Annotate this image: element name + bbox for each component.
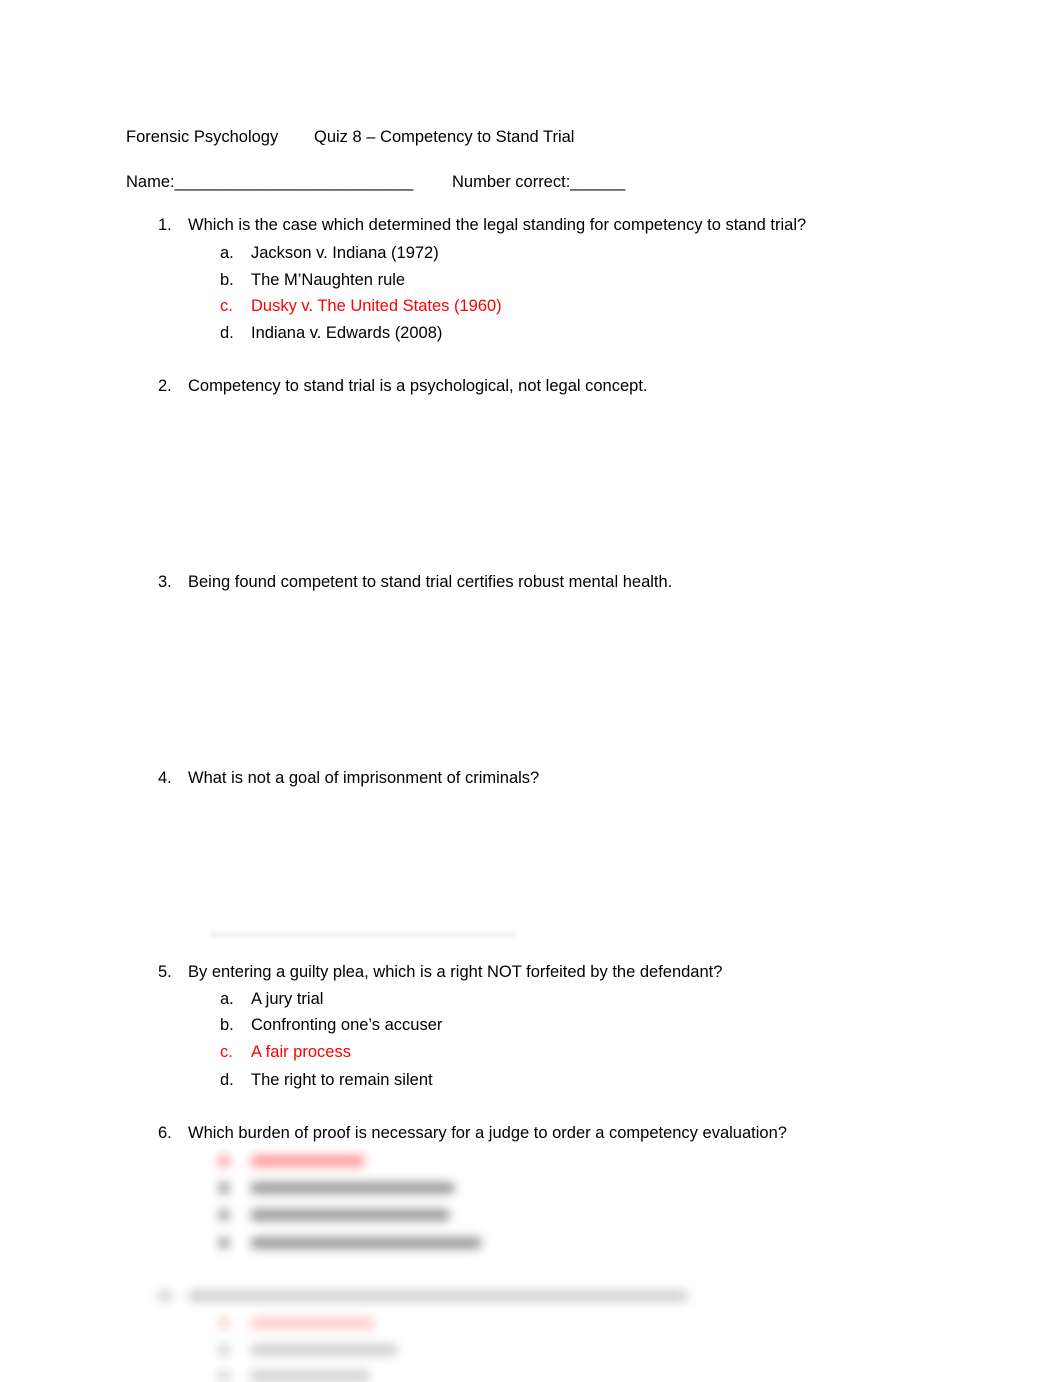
blurred-option-letter	[218, 1237, 230, 1249]
option-letter: d.	[220, 324, 234, 342]
option-text: A jury trial	[251, 990, 324, 1008]
option-text: Jackson v. Indiana (1972)	[251, 244, 439, 262]
option-letter: d.	[220, 1071, 234, 1089]
option-text: The M’Naughten rule	[251, 271, 406, 289]
option-letter-correct: c.	[220, 1043, 233, 1061]
option-letter: a.	[220, 244, 234, 262]
blurred-question-number	[158, 1290, 172, 1302]
option-text: Indiana v. Edwards (2008)	[251, 324, 443, 342]
option-text-correct: A fair process	[251, 1043, 351, 1061]
question-number: 2.	[158, 377, 172, 395]
redacted-line	[210, 933, 515, 936]
question-text: Competency to stand trial is a psycholog…	[188, 377, 648, 395]
blurred-option-text	[250, 1209, 450, 1221]
blurred-option-letter	[218, 1370, 230, 1382]
option-letter-correct: c.	[220, 297, 233, 315]
blurred-option-text	[250, 1344, 398, 1356]
question-number: 3.	[158, 573, 172, 591]
question-text: Which is the case which determined the l…	[188, 216, 807, 234]
blurred-option-letter	[218, 1155, 230, 1167]
question-number: 6.	[158, 1124, 172, 1142]
blurred-option-text	[250, 1155, 365, 1167]
blurred-option-text	[250, 1237, 482, 1249]
blurred-option-letter	[218, 1209, 230, 1221]
option-letter: b.	[220, 1016, 234, 1034]
option-text: Confronting one’s accuser	[251, 1016, 443, 1034]
blurred-option-letter	[218, 1182, 230, 1194]
blurred-option-letter	[218, 1344, 230, 1356]
blurred-question-text	[188, 1290, 688, 1302]
score-field: Number correct:______	[452, 173, 626, 191]
question-number: 1.	[158, 216, 172, 234]
question-text: What is not a goal of imprisonment of cr…	[188, 769, 540, 787]
course-title: Forensic Psychology	[126, 128, 279, 146]
question-text: By entering a guilty plea, which is a ri…	[188, 963, 723, 981]
question-number: 4.	[158, 769, 172, 787]
option-text-correct: Dusky v. The United States (1960)	[251, 297, 502, 315]
option-letter: b.	[220, 271, 234, 289]
question-number: 5.	[158, 963, 172, 981]
quiz-title: Quiz 8 – Competency to Stand Trial	[314, 128, 575, 146]
question-text: Being found competent to stand trial cer…	[188, 573, 673, 591]
name-field: Name:__________________________	[126, 173, 414, 191]
option-letter: a.	[220, 990, 234, 1008]
blurred-option-text	[250, 1182, 455, 1194]
question-text: Which burden of proof is necessary for a…	[188, 1124, 787, 1142]
blurred-option-letter	[218, 1317, 230, 1329]
option-text: The right to remain silent	[251, 1071, 433, 1089]
blurred-option-text	[250, 1370, 370, 1382]
blurred-option-text	[250, 1317, 375, 1329]
